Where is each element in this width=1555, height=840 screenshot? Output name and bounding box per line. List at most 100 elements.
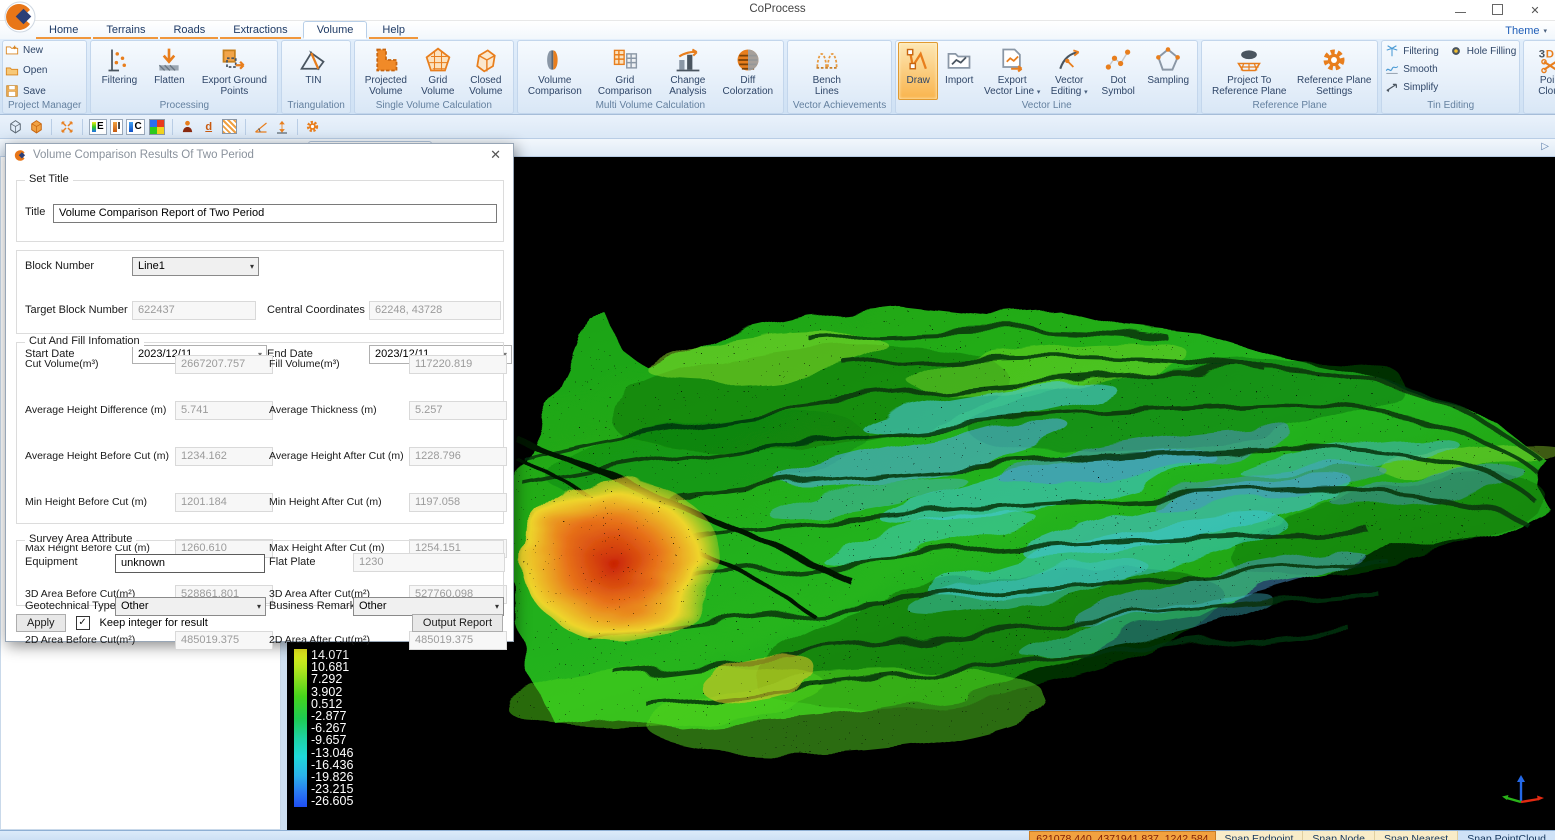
diff-colorzation-button[interactable]: Diff Colorzation [716, 43, 780, 100]
closed-volume-icon [472, 45, 500, 75]
change-analysis-button[interactable]: Change Analysis [661, 43, 715, 100]
minimize-button[interactable] [1455, 4, 1466, 13]
projected-volume-button[interactable]: Projected Volume [358, 43, 414, 100]
survey-area-group: Survey Area Attribute Equipment Flat Pla… [16, 540, 504, 606]
classification-render-icon[interactable]: C [126, 119, 144, 135]
intensity-render-icon[interactable]: I [110, 119, 124, 135]
simplify-button[interactable]: Simplify [1385, 79, 1439, 95]
settings-gear-icon[interactable] [304, 118, 322, 136]
export-vector-line-button[interactable]: Export Vector Line ▾ [981, 43, 1043, 100]
avg-height-diff-label: Average Height Difference (m) [25, 404, 166, 416]
diff-colorzation-icon [734, 45, 762, 75]
ribbon-group-tin-editing: Filtering Hole Filling Smooth Simplify T… [1381, 40, 1520, 114]
area-hatch-icon[interactable] [221, 118, 239, 136]
close-button[interactable]: ✕ [1529, 4, 1541, 16]
height-measure-icon[interactable] [273, 118, 291, 136]
fill-volume-label: Fill Volume(m³) [269, 358, 340, 370]
combo-arrow-icon: ▾ [257, 598, 261, 615]
hole-filling-button[interactable]: Hole Filling [1449, 43, 1516, 59]
legend-value: -13.046 [311, 747, 353, 759]
snap-endpoint-toggle[interactable]: Snap Endpoint [1216, 831, 1304, 840]
avg-height-before-label: Average Height Before Cut (m) [25, 450, 169, 462]
survey-group-label: Survey Area Attribute [25, 533, 136, 545]
keep-integer-label: Keep integer for result [100, 617, 208, 629]
fit-view-icon[interactable] [58, 118, 76, 136]
import-button[interactable]: Import [938, 43, 980, 100]
snap-nearest-toggle[interactable]: Snap Nearest [1375, 831, 1458, 840]
elevation-render-icon[interactable]: E [89, 119, 107, 135]
view-solid-icon[interactable] [27, 118, 45, 136]
set-title-group-label: Set Title [25, 173, 73, 185]
view-wireframe-icon[interactable] [6, 118, 24, 136]
change-analysis-icon [674, 45, 702, 75]
panel-expander-icon[interactable]: ▷ [1541, 141, 1549, 152]
export-ground-points-button[interactable]: Export Ground Points [194, 43, 274, 100]
tab-home[interactable]: Home [36, 22, 91, 39]
trim-point-cloud-button[interactable]: Point Cloud [1527, 43, 1555, 100]
output-report-button[interactable]: Output Report [412, 614, 503, 632]
filtering-button[interactable]: Filtering [94, 43, 144, 100]
project-to-reference-plane-button[interactable]: Project To Reference Plane [1205, 43, 1293, 100]
dialog-title-bar[interactable]: Volume Comparison Results Of Two Period … [6, 144, 513, 166]
vector-editing-button[interactable]: Vector Editing ▾ [1044, 43, 1094, 100]
palette-icon[interactable] [148, 118, 166, 136]
angle-measure-icon[interactable] [252, 118, 270, 136]
group-label-reference-plane: Reference Plane [1202, 100, 1377, 113]
area2d-before-value: 485019.375 [175, 631, 273, 650]
title-input[interactable] [53, 204, 497, 223]
dot-symbol-button[interactable]: Dot Symbol [1095, 43, 1141, 100]
volume-comparison-button[interactable]: Volume Comparison [521, 43, 589, 100]
cut-volume-value: 2667207.757 [175, 355, 273, 374]
cursor-coordinates: 621078.440, 4371941.837, 1242.584 [1029, 831, 1215, 840]
min-height-before-label: Min Height Before Cut (m) [25, 496, 147, 508]
snap-node-toggle[interactable]: Snap Node [1303, 831, 1375, 840]
save-button[interactable]: Save [5, 83, 84, 99]
open-button[interactable]: Open [5, 63, 84, 79]
snap-pointcloud-toggle[interactable]: Snap PointCloud [1458, 831, 1555, 840]
flatten-icon [155, 45, 183, 75]
new-button[interactable]: New [5, 42, 84, 58]
theme-label: Theme [1505, 25, 1539, 37]
ribbon-group-triangulation: TIN Triangulation [281, 40, 350, 114]
avg-height-after-value: 1228.796 [409, 447, 507, 466]
grid-comparison-button[interactable]: Grid Comparison [590, 43, 660, 100]
sampling-button[interactable]: Sampling [1142, 43, 1194, 100]
dropdown-caret-icon: ▾ [1084, 89, 1088, 96]
tab-extractions[interactable]: Extractions [220, 22, 300, 39]
app-logo-icon[interactable] [4, 1, 36, 33]
block-number-select[interactable]: Line1▾ [132, 257, 259, 276]
theme-dropdown[interactable]: Theme ▾ [1505, 25, 1547, 37]
closed-volume-button[interactable]: Closed Volume [462, 43, 510, 100]
area2d-after-label: 2D Area After Cut(m²) [269, 634, 370, 646]
filtering-icon [105, 45, 133, 75]
keep-integer-checkbox[interactable]: ✓ [76, 616, 90, 630]
tab-terrains[interactable]: Terrains [93, 22, 158, 39]
window-controls: ✕ [1445, 0, 1551, 20]
gps-person-icon[interactable] [179, 118, 197, 136]
tab-help[interactable]: Help [369, 22, 418, 39]
tin-button[interactable]: TIN [285, 43, 341, 100]
grid-volume-button[interactable]: Grid Volume [415, 43, 461, 100]
reference-plane-settings-button[interactable]: Reference Plane Settings [1294, 43, 1374, 100]
tab-volume[interactable]: Volume [303, 21, 368, 39]
tab-roads[interactable]: Roads [160, 22, 218, 39]
ribbon-tab-row: Home Terrains Roads Extractions Volume H… [0, 21, 1555, 39]
ribbon-group-processing: Filtering Flatten Export Ground Points P… [90, 40, 278, 114]
export-vector-line-icon [998, 45, 1026, 75]
bench-lines-button[interactable]: Bench Lines [802, 43, 852, 100]
maximize-button[interactable] [1492, 4, 1503, 15]
flatten-button[interactable]: Flatten [145, 43, 193, 100]
smooth-button[interactable]: Smooth [1385, 61, 1439, 77]
open-folder-icon [5, 64, 19, 78]
trim-point-cloud-icon [1537, 45, 1555, 75]
tin-filtering-button[interactable]: Filtering [1385, 43, 1439, 59]
dot-symbol-icon [1104, 45, 1132, 75]
business-remark-label: Business Remark [269, 600, 355, 612]
dialog-close-icon[interactable]: ✕ [486, 147, 505, 163]
draw-button[interactable]: Draw [898, 42, 938, 100]
distance-measure-icon[interactable]: d [200, 118, 218, 136]
equipment-input[interactable] [115, 554, 265, 573]
group-label-project-manager: Project Manager [3, 100, 86, 113]
apply-button[interactable]: Apply [16, 614, 66, 632]
combo-arrow-icon: ▾ [250, 258, 254, 275]
